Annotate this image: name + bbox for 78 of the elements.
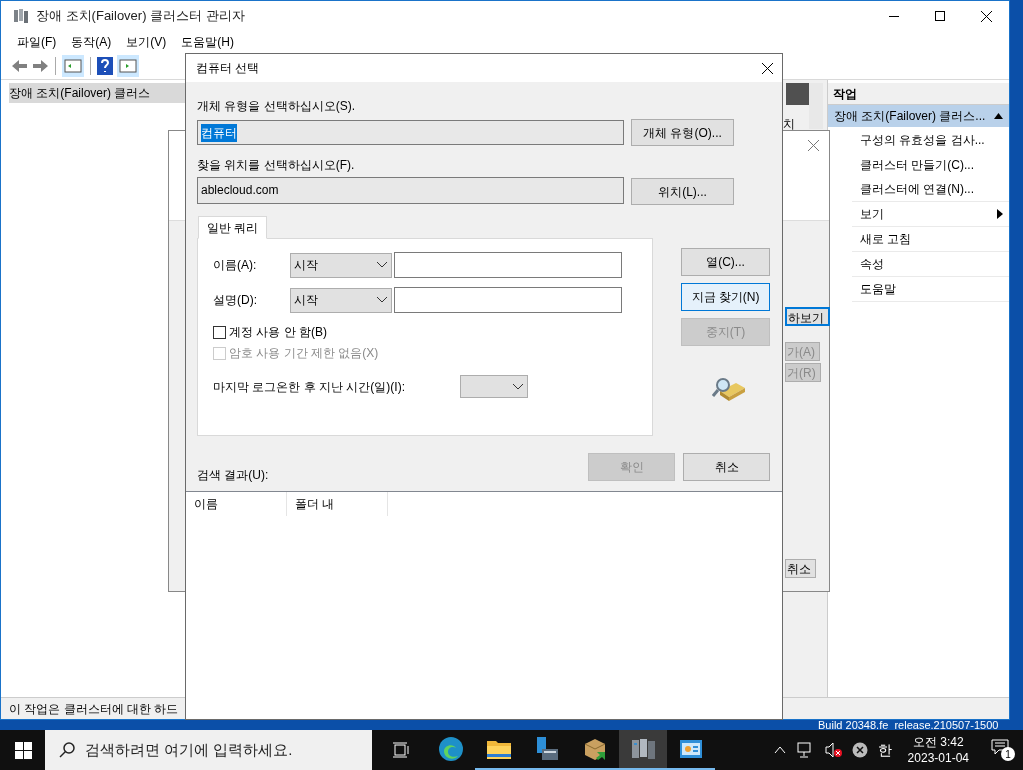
operator-dropdown[interactable]: 시작 — [290, 287, 392, 313]
folder-icon — [486, 738, 512, 760]
search-icon — [59, 742, 75, 758]
dialog-button[interactable]: 지금 찾기(N) — [681, 283, 770, 311]
dialog-button[interactable]: 열(C)... — [681, 248, 770, 276]
window-title: 장애 조치(Failover) 클러스터 관리자 — [36, 7, 245, 26]
collapse-icon[interactable] — [994, 113, 1003, 119]
windows-logo-icon[interactable] — [15, 741, 32, 759]
menu-item[interactable]: 파일(F) — [17, 33, 57, 51]
dialog-title: 컴퓨터 선택 — [196, 60, 260, 77]
tree-item[interactable]: 장애 조치(Failover) 클러스 — [9, 83, 186, 103]
search-box[interactable]: 검색하려면 여기에 입력하세요. — [45, 730, 372, 770]
wizard-button[interactable]: 하보기 — [785, 307, 830, 326]
chevron-up-icon[interactable] — [773, 746, 786, 754]
location-button[interactable]: 위치(L)... — [631, 178, 734, 205]
menu-item[interactable]: 보기(V) — [126, 33, 167, 51]
notification-badge: 1 — [1001, 747, 1015, 761]
column-header[interactable]: 이름 — [186, 492, 287, 516]
clock[interactable]: 오전 3:42 2023-01-04 — [901, 734, 975, 766]
console-tree-icon[interactable] — [62, 55, 84, 77]
error-icon[interactable] — [851, 742, 868, 758]
servers-icon — [13, 8, 29, 24]
desktop-build-text: Build 20348.fe_release.210507-1500 — [818, 720, 999, 730]
volume-muted-icon[interactable] — [823, 742, 842, 758]
action-item[interactable]: 구성의 유효성을 검사... — [852, 127, 1009, 152]
search-directory-icon — [712, 375, 746, 403]
action-item[interactable]: 클러스터 만들기(C)... — [852, 152, 1009, 177]
forward-arrow-icon[interactable] — [32, 59, 49, 73]
close-icon — [980, 10, 992, 22]
actions-header: 작업 — [828, 83, 1009, 105]
checkbox[interactable] — [213, 325, 226, 339]
notification-button[interactable]: 1 — [991, 739, 1015, 761]
action-item[interactable]: 도움말 — [852, 277, 1009, 302]
browser-icon — [438, 736, 464, 762]
action-item[interactable]: 속성 — [852, 252, 1009, 277]
close-icon[interactable] — [762, 62, 773, 74]
pane-header — [786, 83, 809, 105]
submenu-arrow-icon — [997, 209, 1003, 219]
field-label: 이름(A): — [213, 257, 258, 274]
actions-group-header[interactable]: 장애 조치(Failover) 클러스... — [828, 105, 1009, 127]
back-arrow-icon[interactable] — [11, 59, 28, 73]
servers-icon — [630, 737, 656, 761]
menu-item[interactable]: 도움말(H) — [181, 33, 234, 51]
taskbar-app[interactable] — [619, 730, 667, 770]
object-type-field[interactable]: 컴퓨터 — [197, 120, 624, 145]
pane-text-fragment: 치 — [783, 116, 795, 133]
checkbox-label: 암호 사용 기간 제한 없음(X) — [229, 345, 379, 362]
field-label: 찾을 위치를 선택하십시오(F). — [197, 157, 356, 174]
location-field[interactable]: ablecloud.com — [197, 176, 624, 204]
field-label: 마지막 로그온한 후 지난 시간(일)(I): — [213, 378, 406, 396]
dialog-button[interactable]: 취소 — [683, 453, 770, 481]
chevron-down-icon — [513, 383, 523, 390]
server-toolbox-icon — [534, 736, 560, 762]
control-panel-icon — [679, 738, 703, 760]
chevron-down-icon — [377, 297, 387, 303]
chevron-down-icon — [377, 262, 387, 268]
package-icon — [582, 736, 608, 762]
network-icon[interactable] — [795, 742, 814, 758]
group-title: 장애 조치(Failover) 클러스... — [834, 108, 986, 125]
task-view-icon[interactable] — [392, 742, 410, 758]
selected-text: 컴퓨터 — [201, 123, 237, 142]
action-item[interactable]: 클러스터에 연결(N)... — [852, 177, 1009, 202]
field-label: 설명(D): — [213, 292, 258, 309]
help-icon[interactable] — [97, 57, 113, 75]
results-label: 검색 결과(U): — [197, 467, 269, 484]
text-input[interactable] — [394, 252, 622, 278]
object-type-button[interactable]: 개체 유형(O)... — [631, 119, 734, 146]
column-header[interactable]: 폴더 내 — [287, 492, 388, 516]
checkbox-label: 계정 사용 안 함(B) — [229, 324, 327, 341]
operator-dropdown[interactable]: 시작 — [290, 252, 392, 278]
action-item[interactable]: 새로 고침 — [852, 227, 1009, 252]
wizard-button[interactable]: 취소 — [785, 559, 816, 578]
field-label: 개체 유형을 선택하십시오(S). — [197, 98, 356, 115]
menu-item[interactable]: 동작(A) — [71, 33, 112, 51]
text-input[interactable] — [394, 287, 622, 313]
input-method-indicator[interactable]: 한 — [877, 739, 892, 761]
action-item[interactable]: 보기 — [852, 202, 1009, 227]
tab[interactable]: 일반 쿼리 — [198, 216, 268, 239]
